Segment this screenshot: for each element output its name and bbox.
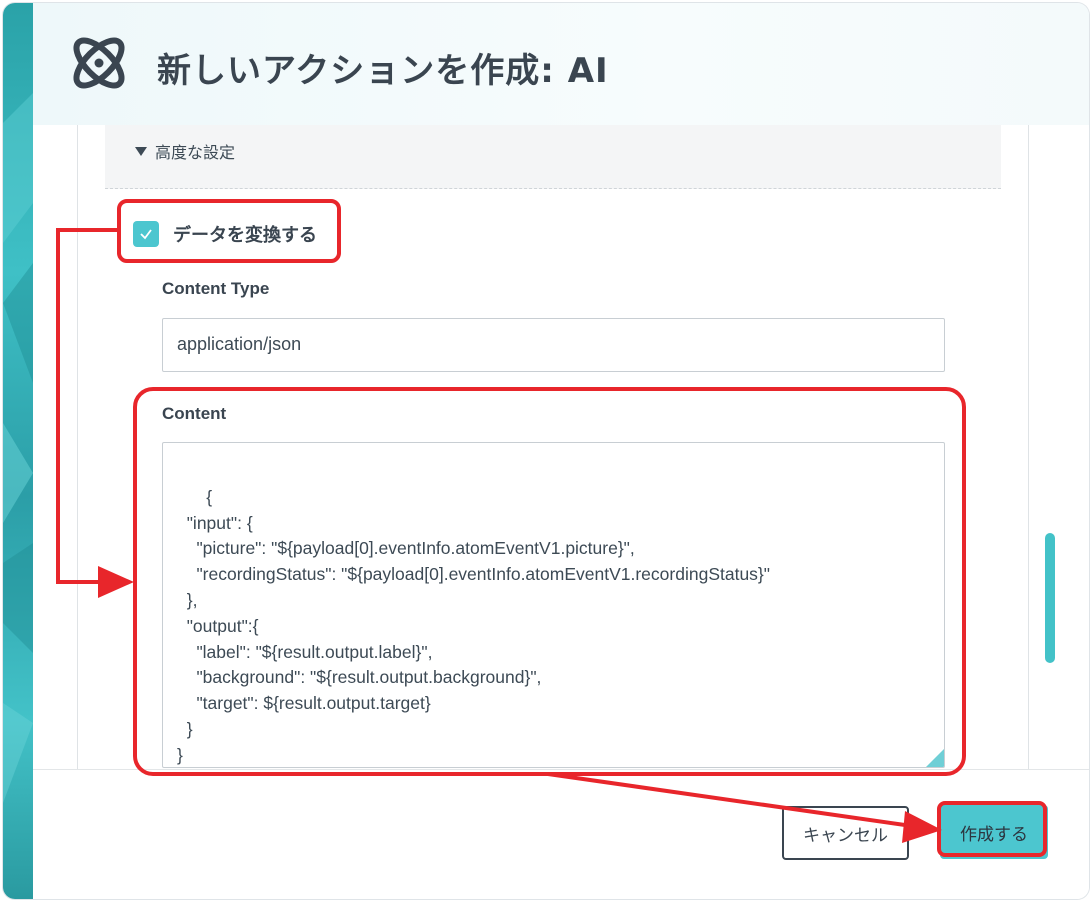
- transform-data-label: データを変換する: [173, 225, 317, 246]
- resize-grip-icon[interactable]: [926, 749, 944, 767]
- advanced-settings-toggle[interactable]: 高度な設定: [135, 139, 235, 163]
- scrollbar-track[interactable]: [1043, 125, 1057, 769]
- transform-data-row: データを変換する: [133, 221, 317, 247]
- transform-data-checkbox[interactable]: [133, 221, 159, 247]
- content-textarea[interactable]: { "input": { "picture": "${payload[0].ev…: [162, 442, 945, 768]
- dialog-body: 高度な設定 データを変換する Content Type application/…: [33, 125, 1089, 769]
- decorative-side-band: [3, 3, 33, 899]
- cancel-button[interactable]: キャンセル: [782, 806, 909, 860]
- advanced-settings-panel: 高度な設定: [105, 125, 1001, 189]
- caret-down-icon: [135, 146, 147, 156]
- dialog-header: 新しいアクションを作成: AI: [33, 3, 1089, 125]
- create-button[interactable]: 作成する: [940, 805, 1048, 859]
- dialog-title: 新しいアクションを作成: AI: [157, 51, 609, 91]
- atom-icon: [73, 37, 125, 89]
- dialog-frame: 新しいアクションを作成: AI 高度な設定 データを変換する Content T…: [3, 3, 1089, 899]
- scrollbar-thumb[interactable]: [1045, 533, 1055, 663]
- content-type-input[interactable]: application/json: [162, 318, 945, 372]
- advanced-settings-label: 高度な設定: [155, 143, 236, 162]
- content-type-label: Content Type: [162, 279, 270, 298]
- card-border-left: [77, 125, 78, 769]
- checkmark-icon: [140, 229, 152, 240]
- content-label: Content: [162, 404, 227, 423]
- content-textarea-value: { "input": { "picture": "${payload[0].ev…: [177, 486, 770, 765]
- dialog-footer: キャンセル 作成する: [33, 769, 1089, 899]
- card-border-right: [1028, 125, 1029, 769]
